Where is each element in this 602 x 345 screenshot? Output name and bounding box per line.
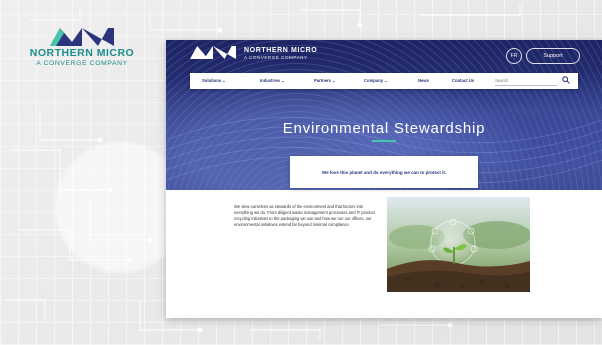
nav-solutions[interactable]: Solutions ⌄: [202, 78, 226, 83]
main-nav: Solutions ⌄ Industries ⌄ Partners ⌄ Comp…: [190, 73, 578, 89]
language-toggle-button[interactable]: FR: [506, 48, 522, 64]
title-underline: [372, 140, 396, 142]
support-button[interactable]: Support: [526, 48, 580, 64]
tagline-card: We love this planet and do everything we…: [290, 156, 478, 188]
nav-news[interactable]: News: [418, 78, 429, 83]
nav-contact-us[interactable]: Contact Us: [452, 78, 474, 83]
plant-sprout-image: [387, 197, 530, 292]
site-header: NORTHERN MICRO A CONVERGE COMPANY FR Sup…: [166, 40, 602, 66]
site-logo-mark[interactable]: [190, 46, 236, 59]
page-title: Environmental Stewardship: [282, 120, 486, 137]
brand-logo: NORTHERN MICRO A CONVERGE COMPANY: [22, 28, 142, 68]
search-input[interactable]: [495, 76, 557, 86]
website-screenshot: NORTHERN MICRO A CONVERGE COMPANY FR Sup…: [166, 40, 602, 318]
search-icon[interactable]: [562, 76, 570, 84]
brand-subtitle: A CONVERGE COMPANY: [36, 60, 128, 67]
tagline-text: We love this planet and do everything we…: [321, 169, 447, 175]
site-brand[interactable]: NORTHERN MICRO A CONVERGE COMPANY: [244, 47, 317, 61]
site-brand-name: NORTHERN MICRO: [244, 47, 318, 54]
nav-industries[interactable]: Industries ⌄: [260, 78, 285, 83]
brand-name: NORTHERN MICRO: [29, 47, 135, 59]
nav-company[interactable]: Company ⌄: [364, 78, 388, 83]
northern-micro-logo-mark: [50, 28, 114, 46]
nav-partners[interactable]: Partners ⌄: [314, 78, 336, 83]
body-paragraph: We view ourselves as stewards of the env…: [234, 204, 376, 227]
site-brand-subtitle: A CONVERGE COMPANY: [244, 55, 308, 60]
